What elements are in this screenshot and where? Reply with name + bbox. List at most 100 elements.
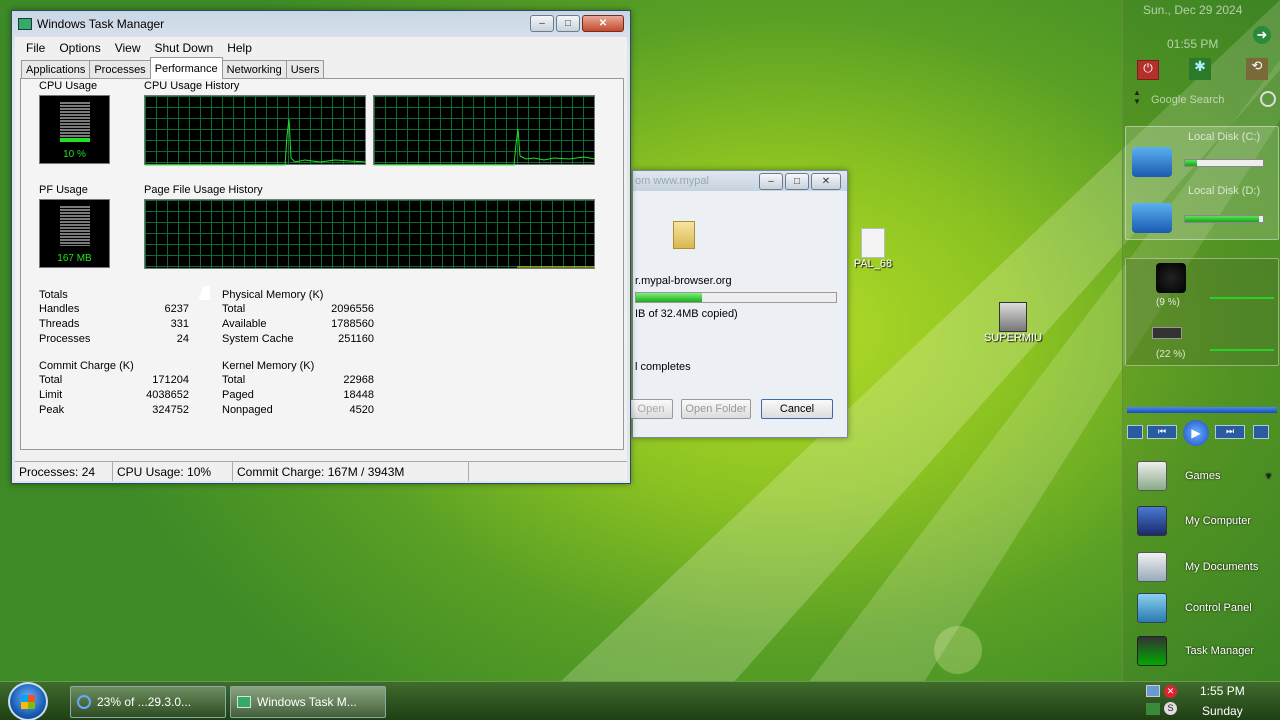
tab-users[interactable]: Users — [285, 60, 325, 79]
clock-day[interactable]: Sunday — [1202, 704, 1243, 718]
tab-strip: Applications Processes Performance Netwo… — [21, 57, 325, 79]
stat-row: Paged 18448 — [222, 389, 374, 404]
stat-value: 24 — [176, 333, 189, 345]
search-icon[interactable] — [1260, 91, 1276, 107]
tab-performance[interactable]: Performance — [149, 57, 223, 79]
stat-value: 1788560 — [331, 318, 374, 330]
kernel-memory-group: Kernel Memory (K) Total 22968 Paged 18448 … — [222, 360, 374, 419]
menu-file[interactable]: File — [19, 41, 52, 55]
sidebar-item-task-manager[interactable]: Task Manager — [1137, 631, 1277, 671]
play-icon[interactable]: ▶ — [1183, 420, 1209, 446]
sidebar-item-label: Task Manager — [1185, 645, 1255, 657]
star-icon[interactable]: ✱ — [1189, 58, 1211, 80]
ram-chip-icon — [1152, 327, 1182, 339]
physical-memory-group: Physical Memory (K) Total 2096556 Availab… — [222, 289, 374, 348]
sidebar-item-label: My Computer — [1185, 515, 1252, 527]
tab-applications[interactable]: Applications — [21, 60, 91, 79]
stat-row: System Cache 251160 — [222, 333, 374, 348]
task-manager-icon — [237, 696, 251, 708]
close-button[interactable]: ✕ — [811, 173, 841, 190]
stat-row: Limit 4038652 — [39, 389, 189, 404]
next-icon[interactable]: ⏭ — [1215, 425, 1245, 439]
stat-label: Handles — [39, 303, 80, 315]
minimize-button[interactable]: – — [759, 173, 783, 190]
windows-logo-icon — [21, 695, 35, 709]
menu-help[interactable]: Help — [220, 41, 259, 55]
start-button[interactable] — [8, 682, 48, 720]
meter-fill — [60, 138, 90, 142]
previous-icon[interactable]: ⏮ — [1147, 425, 1177, 439]
cpu-history-graph-1 — [144, 95, 367, 166]
stat-label: Nonpaged — [222, 404, 273, 416]
stat-value: 6237 — [164, 303, 189, 315]
open-button[interactable]: Open — [629, 399, 673, 419]
open-folder-button[interactable]: Open Folder — [681, 399, 751, 419]
stat-row: Threads 331 — [39, 318, 189, 333]
cpu-history-label: CPU Usage History — [144, 80, 240, 92]
stat-row: Total 2096556 — [222, 303, 374, 318]
stat-label: Total — [39, 374, 63, 386]
skype-icon[interactable]: S — [1164, 702, 1177, 715]
close-button[interactable]: ✕ — [582, 15, 624, 32]
status-bar: Processes: 24 CPU Usage: 10% Commit Char… — [15, 461, 627, 481]
stat-value: 4520 — [349, 404, 374, 416]
stat-value: 331 — [170, 318, 189, 330]
stop-icon[interactable] — [1127, 425, 1143, 439]
window-title: Windows Task Manager — [37, 17, 165, 31]
menu-view[interactable]: View — [108, 41, 148, 55]
sync-icon[interactable] — [1146, 703, 1160, 715]
pf-history-graph — [144, 199, 595, 269]
status-cpu: CPU Usage: 10% — [113, 462, 233, 481]
file-icon — [861, 228, 885, 258]
sidebar-item-games[interactable]: Games ▼ — [1137, 456, 1277, 496]
restart-icon[interactable]: ⟲ — [1246, 58, 1268, 80]
eject-icon[interactable] — [1253, 425, 1269, 439]
disk-usage-bar — [1184, 159, 1264, 167]
tab-processes[interactable]: Processes — [89, 60, 151, 79]
desktop-icon-supermiu[interactable]: SUPERMIU — [980, 302, 1046, 344]
stat-value: 22968 — [343, 374, 374, 386]
desktop-icon-pal[interactable]: PAL_68 — [848, 228, 898, 270]
stat-row: Total 171204 — [39, 374, 189, 389]
disk-label: Local Disk (D:) — [1188, 185, 1261, 197]
disk-usage-fill — [1185, 160, 1197, 166]
clock-time[interactable]: 1:55 PM — [1200, 684, 1245, 698]
menu-shut-down[interactable]: Shut Down — [148, 41, 221, 55]
stat-label: Paged — [222, 389, 254, 401]
taskbar: 23% of ...29.3.0... Windows Task M... ✕ … — [0, 681, 1280, 720]
minimize-button[interactable]: – — [530, 15, 554, 32]
menu-options[interactable]: Options — [52, 41, 107, 55]
cancel-button[interactable]: Cancel — [761, 399, 833, 419]
sidebar-item-my-documents[interactable]: My Documents — [1137, 547, 1277, 587]
cpu-history-line — [374, 128, 596, 166]
cpu-ram-gadget: (9 %) (22 %) — [1125, 258, 1279, 366]
disk-usage-bar — [1184, 215, 1264, 223]
search-engine-dropdown[interactable]: ▲ ▼ — [1133, 88, 1141, 106]
shutdown-icon[interactable]: ⏻ — [1137, 60, 1159, 80]
search-input[interactable]: Google Search — [1151, 94, 1261, 110]
maximize-button[interactable]: □ — [785, 173, 809, 190]
sidebar-item-control-panel[interactable]: Control Panel — [1137, 588, 1277, 628]
taskbar-item-download[interactable]: 23% of ...29.3.0... — [70, 686, 226, 718]
stat-row: Handles 6237 — [39, 303, 189, 318]
sidebar-item-my-computer[interactable]: My Computer — [1137, 501, 1277, 541]
stat-label: Peak — [39, 404, 65, 416]
cpu-usage-value: 10 % — [63, 149, 86, 160]
desktop-icon-label: PAL_68 — [853, 258, 893, 270]
network-icon[interactable] — [1146, 685, 1160, 697]
meter-bars — [60, 102, 90, 142]
pf-history-line — [517, 266, 595, 268]
kernel-memory-heading: Kernel Memory (K) — [222, 360, 315, 372]
task-manager-icon — [18, 18, 32, 30]
next-arrow-icon[interactable]: ➜ — [1253, 26, 1271, 44]
taskbar-item-label: Windows Task M... — [257, 695, 357, 709]
tab-networking[interactable]: Networking — [221, 60, 287, 79]
taskbar-item-task-manager[interactable]: Windows Task M... — [230, 686, 386, 718]
security-alert-icon[interactable]: ✕ — [1164, 685, 1177, 698]
folder-icon — [673, 221, 695, 249]
task-manager-icon — [1137, 636, 1167, 666]
chevron-down-icon[interactable]: ▼ — [1264, 471, 1273, 481]
system-tray: ✕ S 1:55 PM Sunday — [1134, 682, 1280, 720]
drive-icon — [1132, 147, 1172, 177]
maximize-button[interactable]: □ — [556, 15, 580, 32]
